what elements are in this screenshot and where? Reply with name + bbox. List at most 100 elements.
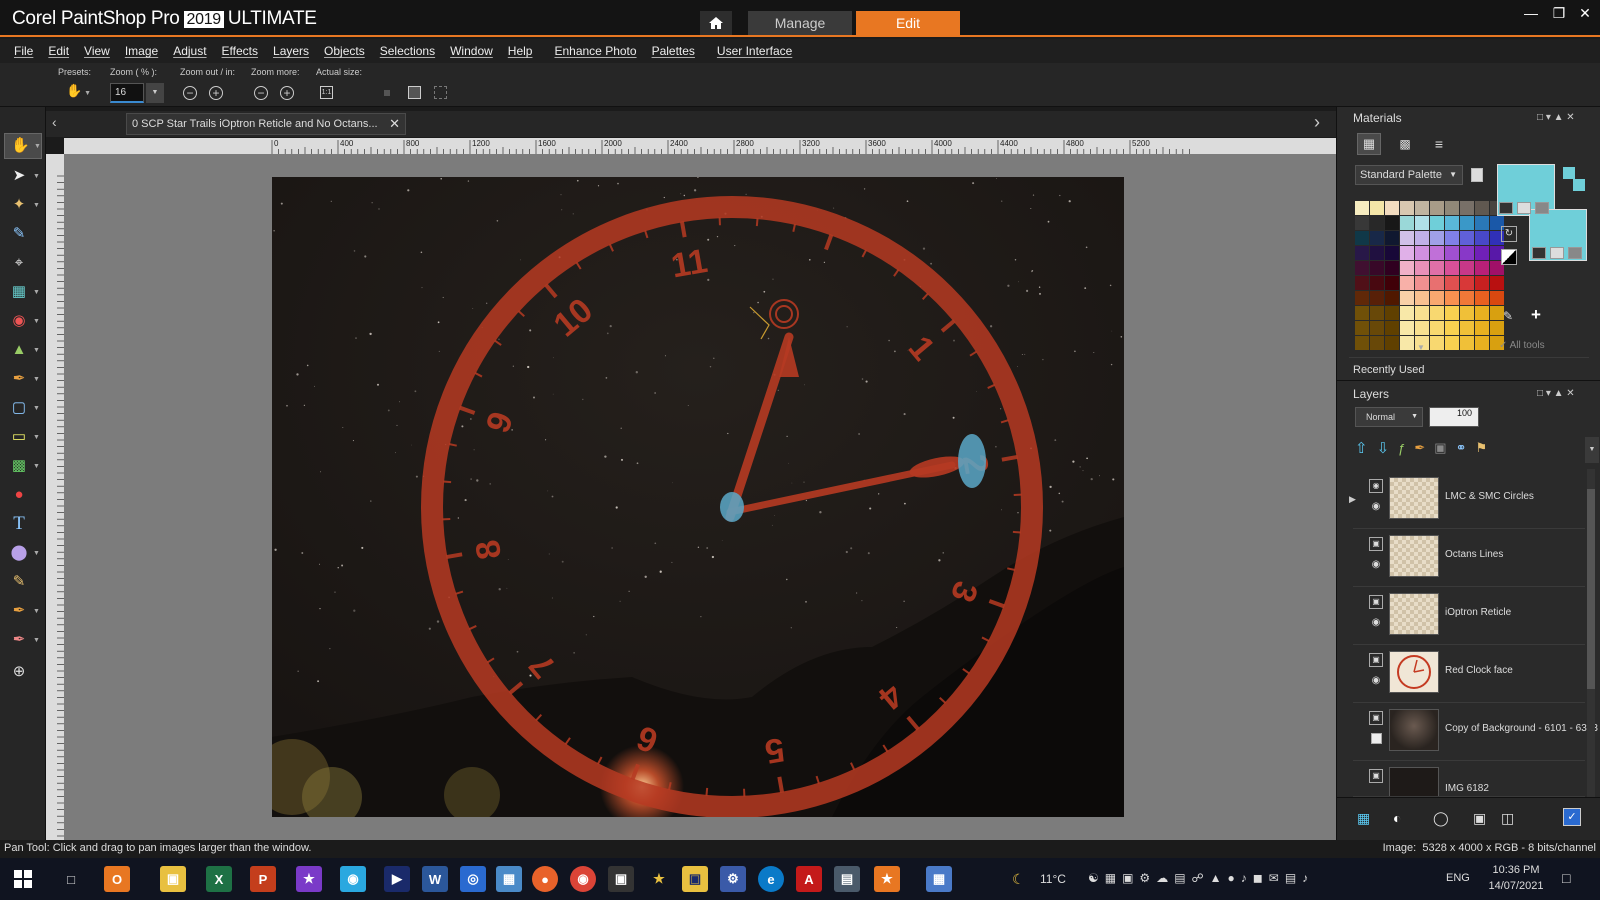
new-layer-icon[interactable]: ▦ [1357, 810, 1370, 827]
app-icon-dark[interactable]: ▣ [608, 866, 634, 892]
dropper-tool[interactable]: ✎ [4, 221, 42, 247]
color-swatch[interactable] [1460, 291, 1474, 305]
red-eye-tool[interactable]: ◉ ▼ [4, 308, 42, 334]
add-swatch-icon[interactable]: + [1531, 305, 1541, 325]
small-fg-swatch[interactable] [1563, 167, 1575, 179]
fg-style-button[interactable] [1499, 202, 1513, 214]
paint-brush-tool[interactable]: ✒ ▼ [4, 598, 42, 624]
presets-dropdown[interactable]: ✋ ▼ [66, 83, 91, 99]
fit-image-icon[interactable] [434, 86, 447, 99]
color-swatch[interactable] [1490, 276, 1504, 290]
app-icon-figure[interactable]: ★ [646, 866, 672, 892]
color-swatch[interactable] [1460, 321, 1474, 335]
color-swatch[interactable] [1430, 321, 1444, 335]
color-swatch[interactable] [1370, 261, 1384, 275]
app-icon-window[interactable]: ▦ [496, 866, 522, 892]
menu-layers[interactable]: Layers [273, 44, 309, 58]
menu-objects[interactable]: Objects [324, 44, 365, 58]
color-swatch[interactable] [1385, 336, 1399, 350]
color-swatch[interactable] [1430, 336, 1444, 350]
menu-edit[interactable]: Edit [48, 44, 69, 58]
color-swatch[interactable] [1415, 231, 1429, 245]
color-swatch[interactable] [1355, 291, 1369, 305]
move-layer-up-icon[interactable]: ⇧ [1355, 439, 1368, 457]
color-swatch[interactable] [1415, 306, 1429, 320]
menu-user-interface[interactable]: User Interface [717, 44, 792, 58]
color-swatch[interactable] [1370, 336, 1384, 350]
color-swatch[interactable] [1490, 321, 1504, 335]
mask-options-icon[interactable]: ◯ [1433, 810, 1449, 827]
powerpoint-icon[interactable]: P [250, 866, 276, 892]
color-swatch[interactable] [1400, 216, 1414, 230]
color-swatch[interactable] [1370, 276, 1384, 290]
color-swatch[interactable] [1415, 201, 1429, 215]
color-swatch[interactable] [1355, 231, 1369, 245]
color-swatch[interactable] [1475, 246, 1489, 260]
color-swatch[interactable] [1430, 276, 1444, 290]
color-swatch[interactable] [1475, 291, 1489, 305]
menu-view[interactable]: View [84, 44, 110, 58]
menu-enhance-photo[interactable]: Enhance Photo [554, 44, 636, 58]
bg-texture-button[interactable] [1550, 247, 1564, 259]
fit-window-icon[interactable] [408, 86, 421, 99]
notifications-icon[interactable]: □ [1562, 870, 1570, 886]
visibility-hidden-icon[interactable] [1371, 733, 1382, 744]
image-canvas[interactable]: 1234567891011 [272, 177, 1124, 817]
visibility-eye-icon[interactable]: ◉ [1369, 559, 1383, 571]
tab-scroll-left-icon[interactable]: ‹ [52, 114, 57, 130]
edge-icon[interactable]: e [758, 866, 784, 892]
excel-icon[interactable]: X [206, 866, 232, 892]
color-swatch[interactable] [1415, 216, 1429, 230]
eraser-tool[interactable]: ▭ ▼ [4, 424, 42, 450]
swatches-tab[interactable]: ▦ [1357, 133, 1381, 155]
color-swatch[interactable] [1355, 306, 1369, 320]
color-swatch[interactable] [1415, 261, 1429, 275]
palette-select[interactable]: Standard Palette ▼ [1355, 165, 1463, 185]
color-swatch[interactable] [1430, 216, 1444, 230]
color-swatch[interactable] [1415, 291, 1429, 305]
color-swatch[interactable] [1385, 261, 1399, 275]
camera-icon[interactable]: ◉ [340, 866, 366, 892]
layer-row[interactable]: ▣ Copy of Background - 6101 - 6323 [1353, 703, 1598, 761]
fg-transparent-button[interactable] [1535, 202, 1549, 214]
zoom-dropdown-button[interactable]: ▼ [146, 83, 164, 103]
app-icon-gray[interactable]: ▤ [834, 866, 860, 892]
paintshop-taskbar-icon[interactable]: ★ [874, 866, 900, 892]
color-swatch[interactable] [1475, 321, 1489, 335]
color-swatch[interactable] [1355, 336, 1369, 350]
swap-colors-icon[interactable]: ↻ [1501, 226, 1517, 242]
color-swatch[interactable] [1430, 201, 1444, 215]
color-swatch[interactable] [1475, 231, 1489, 245]
color-swatch[interactable] [1400, 291, 1414, 305]
fill-tool[interactable]: ▩ ▼ [4, 453, 42, 479]
makeover-tool[interactable]: ▲ ▼ [4, 337, 42, 363]
menu-window[interactable]: Window [450, 44, 493, 58]
straighten-tool[interactable]: ▦ ▼ [4, 279, 42, 305]
color-swatch[interactable] [1370, 216, 1384, 230]
color-swatch[interactable] [1385, 321, 1399, 335]
color-swatch[interactable] [1415, 276, 1429, 290]
layer-properties-icon[interactable]: ✓ [1563, 808, 1581, 826]
all-tools-checkbox[interactable]: ✓ All tools [1499, 340, 1545, 351]
color-swatch[interactable] [1475, 216, 1489, 230]
opacity-input[interactable]: 100 [1429, 407, 1479, 427]
color-swatch[interactable] [1355, 216, 1369, 230]
media-player-icon[interactable]: ▶ [384, 866, 410, 892]
zoom-out-button[interactable]: − [183, 86, 197, 100]
document-tab[interactable]: 0 SCP Star Trails iOptron Reticle and No… [126, 113, 406, 135]
start-windows-icon[interactable] [14, 870, 32, 888]
edit-selection-icon[interactable]: ✒ [1414, 440, 1425, 456]
swatch-grid[interactable] [1355, 201, 1504, 350]
delete-layer-icon[interactable]: ◫ [1501, 810, 1514, 827]
small-bg-swatch[interactable] [1573, 179, 1585, 191]
color-swatch[interactable] [1400, 231, 1414, 245]
fit-option-icon[interactable] [384, 90, 390, 96]
menu-adjust[interactable]: Adjust [173, 44, 206, 58]
color-swatch[interactable] [1475, 336, 1489, 350]
color-swatch[interactable] [1445, 336, 1459, 350]
new-mask-icon[interactable]: ◐ [1393, 810, 1401, 826]
clock-date[interactable]: 14/07/2021 [1486, 880, 1546, 892]
color-swatch[interactable] [1490, 306, 1504, 320]
close-document-icon[interactable]: ✕ [389, 114, 400, 134]
color-swatch[interactable] [1385, 231, 1399, 245]
